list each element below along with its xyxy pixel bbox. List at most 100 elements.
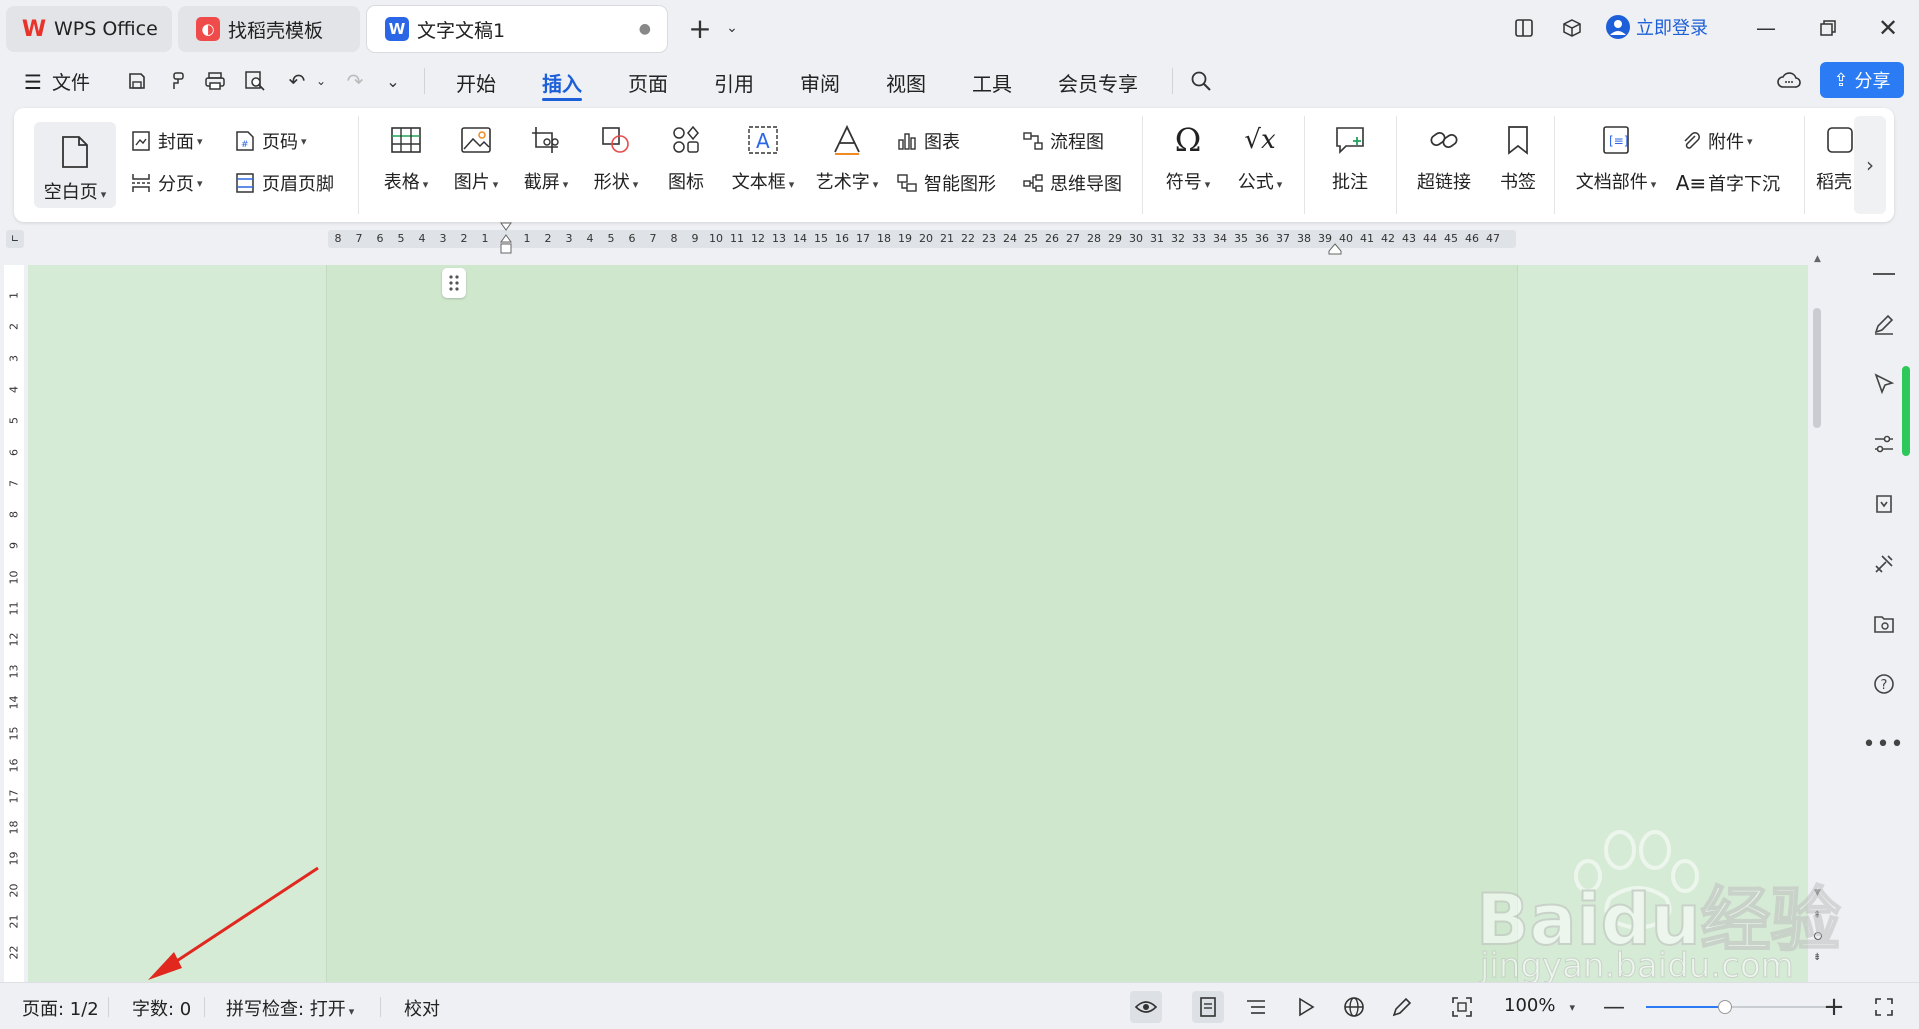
cloud-sync-icon[interactable] [1774,66,1804,96]
layout-icon[interactable] [1506,10,1542,46]
menu-tab-references[interactable]: 引用 [714,68,754,97]
collapse-sidebar-icon[interactable] [1848,254,1919,294]
write-mode-icon[interactable] [1386,991,1418,1023]
word-count[interactable]: 字数: 0 [132,995,191,1021]
cover-button[interactable]: 封面 ▾ [128,128,203,154]
doc-parts-label: 文档部件 [1575,172,1648,193]
ruler-tick-label: 37 [1276,232,1290,245]
ribbon-scroll-right-icon[interactable]: › [1854,116,1886,214]
textbox-button[interactable]: A 文本框 ▾ [724,108,802,194]
menu-tab-review[interactable]: 审阅 [800,68,840,97]
doc-parts-button[interactable]: [≡] 文档部件 ▾ [1570,108,1662,194]
ruler-tick-label: 5 [397,232,405,245]
print-icon[interactable] [200,66,230,96]
page-number-button[interactable]: # 页码 ▾ [232,128,307,154]
right-indent-marker-icon[interactable] [1328,240,1342,255]
login-button[interactable]: 立即登录 [1606,14,1708,40]
search-icon[interactable] [1186,66,1216,96]
spellcheck-toggle[interactable]: 拼写检查: 打开 ▾ [226,995,354,1021]
hyperlink-label: 超链接 [1417,172,1471,193]
header-footer-button[interactable]: 页眉页脚 [232,170,334,196]
fit-page-icon[interactable] [1446,991,1478,1023]
blank-page-button[interactable]: 空白页 ▾ [34,122,116,208]
docer-icon: ◐ [196,17,220,41]
picture-button[interactable]: 图片 ▾ [442,108,510,194]
menu-tab-start[interactable]: 开始 [456,68,496,97]
zoom-slider-thumb[interactable] [1718,1000,1732,1014]
menu-tab-page[interactable]: 页面 [628,68,668,97]
ai-assistant-icon[interactable] [1848,484,1919,524]
comment-button[interactable]: 批注 [1316,108,1384,194]
page-view-icon[interactable] [1192,991,1224,1023]
pen-edit-icon[interactable] [1848,304,1919,344]
vertical-ruler[interactable]: 1 2 3 4 5 6 7 8 9 10 11 12 13 14 15 16 17 18 19 20 21 22 [4,265,24,985]
mindmap-button[interactable]: 思维导图 [1020,170,1122,196]
menu-tab-view[interactable]: 视图 [886,68,926,97]
ruler-tick-label: 8 [334,232,342,245]
read-mode-icon[interactable] [1848,604,1919,644]
symbol-button[interactable]: Ω 符号 ▾ [1154,108,1222,194]
play-icon[interactable] [1290,991,1322,1023]
bookmark-button[interactable]: 书签 [1488,108,1548,194]
tab-document[interactable]: W 文字文稿1 ● [367,6,667,52]
new-tab-plus-icon[interactable]: + [682,10,718,46]
fullscreen-icon[interactable] [1868,991,1900,1023]
close-icon[interactable]: ✕ [1870,10,1906,46]
more-quick-access-icon[interactable]: ⌄ [378,66,408,96]
proofread-button[interactable]: 校对 [404,995,440,1021]
menu-tab-tools[interactable]: 工具 [972,68,1012,97]
scroll-up-icon[interactable]: ▲ [1814,254,1821,264]
attachment-button[interactable]: 附件 ▾ [1678,128,1753,154]
save-icon[interactable] [122,66,152,96]
ruler-tick-label: 1 [481,232,489,245]
drop-cap-button[interactable]: A≡ 首字下沉 [1676,170,1780,196]
smartart-button[interactable]: 智能图形 [894,170,996,196]
page-count[interactable]: 页面: 1/2 [22,995,99,1021]
outline-view-icon[interactable] [1240,991,1272,1023]
menu-tab-member[interactable]: 会员专享 [1058,68,1138,97]
minimize-icon[interactable]: — [1748,10,1784,46]
restore-icon[interactable] [1810,10,1846,46]
unsaved-dot-icon[interactable]: ● [639,21,651,37]
table-button[interactable]: 表格 ▾ [372,108,440,194]
drag-handle-icon[interactable] [442,268,466,298]
tab-stop-selector-icon[interactable]: ∟ [6,230,24,248]
indent-marker-icon[interactable] [500,222,512,262]
document-page[interactable] [326,265,1518,982]
menu-tab-insert[interactable]: 插入 [542,68,582,97]
more-options-icon[interactable]: ••• [1848,724,1919,764]
help-icon[interactable]: ? [1848,664,1919,704]
format-painter-icon[interactable] [162,66,192,96]
print-preview-icon[interactable] [240,66,270,96]
eye-protection-icon[interactable] [1130,991,1162,1023]
wordart-button[interactable]: 艺术字 ▾ [808,108,886,194]
table-icon [386,120,426,160]
shape-button[interactable]: 形状 ▾ [582,108,650,194]
mindmap-icon [1020,170,1046,196]
formula-button[interactable]: √x 公式 ▾ [1226,108,1294,194]
undo-dropdown-icon[interactable]: ⌄ [306,66,336,96]
zoom-in-icon[interactable]: + [1818,991,1850,1023]
tab-list-chevron-icon[interactable]: ⌄ [714,10,750,46]
zoom-level[interactable]: 100% ▾ [1504,995,1575,1016]
chart-button[interactable]: 图表 [894,128,960,154]
flowchart-button[interactable]: 流程图 [1020,128,1104,154]
docer-partial-button[interactable]: 稻壳 [1814,108,1854,194]
vertical-ruler-tick-label: 21 [7,914,21,929]
file-menu[interactable]: ☰ 文件 [24,68,90,95]
zoom-slider[interactable] [1646,1000,1826,1014]
paperclip-icon [1678,128,1704,154]
page-break-button[interactable]: 分页 ▾ [128,170,203,196]
zoom-out-icon[interactable]: — [1598,991,1630,1023]
icon-library-button[interactable]: 图标 [652,108,720,194]
tab-docer[interactable]: ◐ 找稻壳模板 [178,6,360,52]
screenshot-button[interactable]: 截屏 ▾ [512,108,580,194]
share-button[interactable]: ⇪ 分享 [1820,62,1904,98]
web-view-icon[interactable] [1338,991,1370,1023]
tools-icon[interactable] [1848,544,1919,584]
redo-icon[interactable]: ↷ [340,66,370,96]
cube-icon[interactable] [1554,10,1590,46]
tab-wps-office[interactable]: W WPS Office [6,6,172,52]
scrollbar-thumb[interactable] [1813,308,1821,428]
hyperlink-button[interactable]: 超链接 [1408,108,1480,194]
